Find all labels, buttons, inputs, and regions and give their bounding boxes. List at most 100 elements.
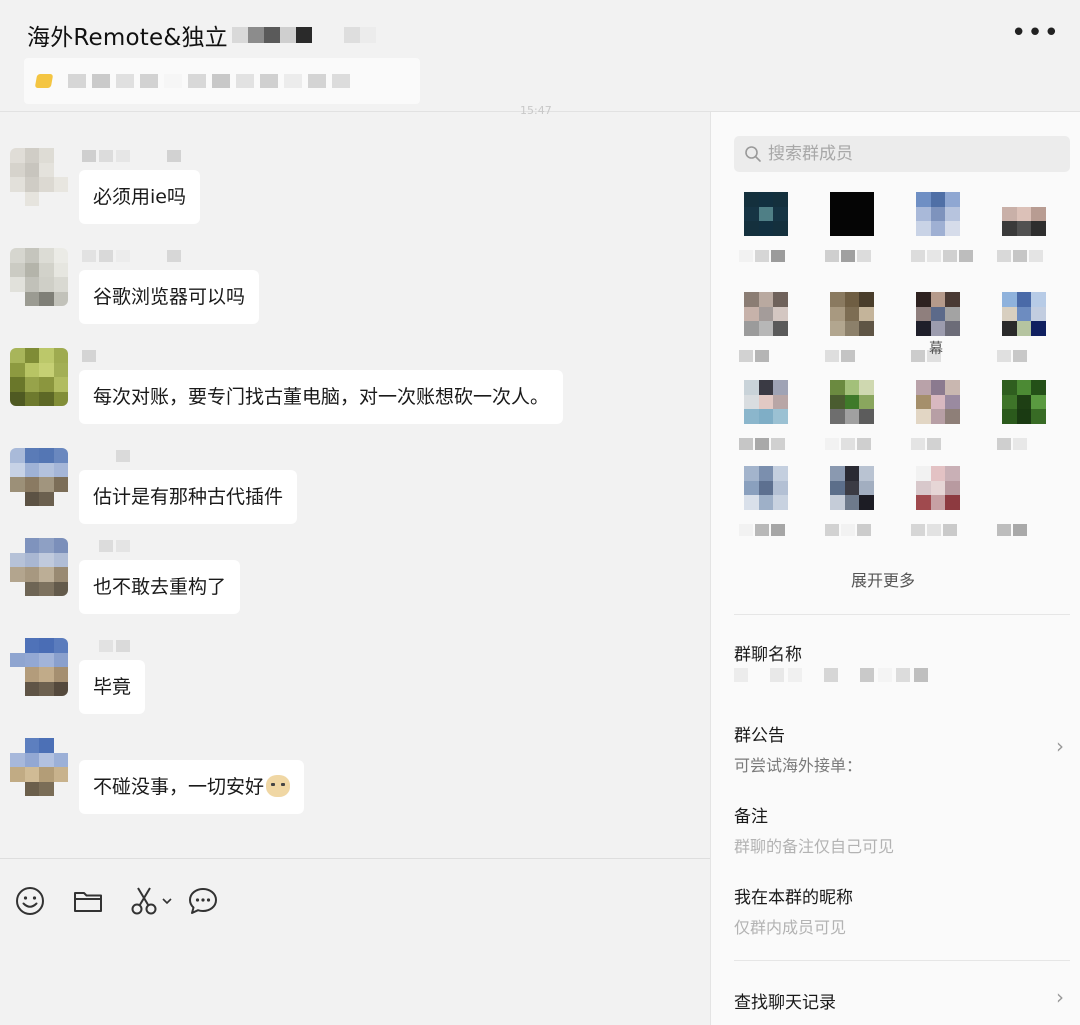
my-nickname-label[interactable]: 我在本群的昵称: [734, 883, 853, 908]
message-bubble[interactable]: 不碰没事，一切安好: [79, 760, 305, 814]
group-notice-label[interactable]: 群公告: [734, 721, 785, 746]
member-item[interactable]: [817, 466, 877, 546]
more-dots-icon[interactable]: •••: [1011, 20, 1060, 46]
member-avatar: [1002, 192, 1046, 236]
sender-name-mosaic: [82, 150, 181, 162]
message-bubble[interactable]: 必须用ie吗: [79, 170, 200, 224]
chevron-right-icon[interactable]: ›: [1056, 985, 1064, 1009]
member-item[interactable]: [903, 466, 963, 546]
scissors-icon[interactable]: [130, 885, 176, 917]
expand-more-button[interactable]: 展开更多: [851, 567, 915, 591]
member-item[interactable]: [989, 466, 1049, 546]
message-bubble[interactable]: 也不敢去重构了: [79, 560, 241, 614]
member-item[interactable]: [989, 380, 1049, 460]
member-item[interactable]: [817, 380, 877, 460]
divider: [734, 614, 1070, 615]
remark-value[interactable]: 群聊的备注仅自己可见: [734, 833, 894, 857]
member-item[interactable]: [903, 192, 973, 272]
member-name-mosaic: [911, 250, 973, 262]
member-name-mosaic: [911, 438, 941, 450]
member-name-mosaic: [997, 524, 1027, 536]
chevron-right-icon[interactable]: ›: [1056, 734, 1064, 758]
member-name-mosaic: [997, 438, 1027, 450]
message-bubble[interactable]: 每次对账，要专门找古董电脑，对一次账想砍一次人。: [79, 370, 564, 424]
member-avatar: [744, 192, 788, 236]
notice-mosaic: [68, 74, 350, 88]
member-item[interactable]: [989, 292, 1049, 372]
member-name-mosaic: [739, 524, 785, 536]
search-icon: [745, 146, 761, 162]
member-item[interactable]: [989, 192, 1049, 272]
member-name-mosaic: [825, 438, 871, 450]
member-item[interactable]: 幕: [903, 292, 963, 372]
member-name-fragment: 幕: [929, 341, 943, 357]
member-name-mosaic: [911, 524, 957, 536]
avatar[interactable]: [10, 448, 68, 506]
emoji-icon[interactable]: [14, 885, 46, 917]
avatar[interactable]: [10, 148, 68, 206]
member-avatar: [830, 292, 874, 336]
member-name-mosaic: [825, 250, 871, 262]
member-avatar: [916, 192, 960, 236]
member-avatar: [744, 466, 788, 510]
cat-emoji-icon: [266, 775, 291, 797]
message-bubble[interactable]: 谷歌浏览器可以吗: [79, 270, 260, 324]
sender-name-mosaic: [82, 540, 130, 552]
member-item[interactable]: [731, 380, 791, 460]
chat-message-area[interactable]: 必须用ie吗 谷歌浏览器可以吗 每次对账，要专门找古董电脑，对一次账想砍一次人。: [0, 112, 710, 858]
notice-icon: [34, 74, 54, 88]
member-item[interactable]: [817, 292, 877, 372]
sender-name-mosaic: [82, 350, 113, 362]
member-avatar: [744, 292, 788, 336]
message-bubble[interactable]: 估计是有那种古代插件: [79, 470, 298, 524]
member-name-mosaic: [997, 250, 1043, 262]
member-name-mosaic: [739, 438, 785, 450]
title-row: 海外Remote&独立: [27, 18, 376, 52]
message-bubble[interactable]: 毕竟: [79, 660, 146, 714]
member-item[interactable]: [903, 380, 963, 460]
member-avatar: [916, 292, 960, 336]
group-info-panel: 幕: [710, 112, 1080, 1025]
member-item[interactable]: [817, 192, 877, 272]
divider: [734, 960, 1070, 961]
member-avatar: [916, 466, 960, 510]
sender-name-mosaic: [82, 450, 130, 462]
remark-label[interactable]: 备注: [734, 802, 768, 827]
member-name-mosaic: [739, 250, 785, 262]
chat-title: 海外Remote&独立: [27, 25, 228, 51]
avatar[interactable]: [10, 538, 68, 596]
member-search-input[interactable]: [768, 144, 1048, 164]
group-notice-value: 可尝试海外接单：: [734, 756, 863, 775]
search-history-label[interactable]: 查找聊天记录: [734, 988, 836, 1013]
member-name-mosaic: [739, 350, 769, 362]
member-avatar: [1002, 292, 1046, 336]
member-avatar: [830, 380, 874, 424]
input-toolbar: [0, 858, 710, 1025]
member-avatar: [916, 380, 960, 424]
member-avatar: [1002, 380, 1046, 424]
folder-icon[interactable]: [72, 885, 104, 917]
avatar[interactable]: [10, 738, 68, 796]
chat-bubble-icon[interactable]: [187, 885, 219, 917]
member-search-box[interactable]: [734, 136, 1070, 172]
member-name-mosaic: [997, 350, 1027, 362]
group-name-label[interactable]: 群聊名称: [734, 640, 802, 665]
sender-name-mosaic: [82, 250, 181, 262]
member-item[interactable]: [731, 192, 791, 272]
group-name-mosaic[interactable]: [734, 668, 928, 682]
avatar[interactable]: [10, 248, 68, 306]
avatar[interactable]: [10, 638, 68, 696]
chat-header: 海外Remote&独立 ••• 15:47: [0, 0, 1080, 117]
avatar[interactable]: [10, 348, 68, 406]
sender-name-mosaic: [82, 640, 130, 652]
member-name-mosaic: [825, 350, 855, 362]
sender-name-mosaic: [82, 740, 96, 752]
member-avatar: [744, 380, 788, 424]
pinned-notice-bar[interactable]: [24, 58, 420, 104]
member-item[interactable]: [731, 292, 791, 372]
message-text: 不碰没事，一切安好: [93, 776, 265, 798]
member-item[interactable]: [731, 466, 791, 546]
member-avatar: [830, 466, 874, 510]
member-avatar: [1002, 466, 1046, 510]
my-nickname-value[interactable]: 仅群内成员可见: [734, 914, 846, 938]
